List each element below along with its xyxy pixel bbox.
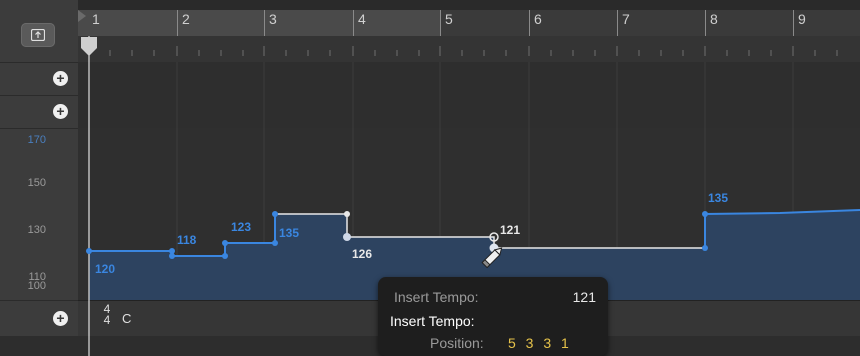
tooltip-label: Insert Tempo: (390, 313, 475, 329)
time-signature[interactable]: 4 4 (102, 303, 112, 327)
tempo-point (222, 253, 228, 259)
tempo-point-selected (344, 211, 350, 217)
key-signature[interactable]: C (122, 311, 131, 326)
tempo-label: 120 (95, 262, 115, 276)
tempo-label: 135 (708, 191, 728, 205)
tempo-point-selected (343, 233, 351, 241)
playhead-handle-icon (81, 37, 97, 56)
tooltip-position-label: Position: (430, 335, 484, 351)
tempo-point (272, 240, 278, 246)
insert-tempo-tooltip: Insert Tempo: 121 Insert Tempo: Position… (378, 277, 608, 356)
tempo-point (702, 245, 708, 251)
time-signature-denominator: 4 (103, 313, 111, 327)
tempo-label: 123 (231, 220, 251, 234)
tempo-label: 121 (500, 223, 520, 237)
tooltip-label: Insert Tempo: (394, 289, 479, 305)
tempo-label: 118 (177, 233, 197, 247)
tooltip-value: 121 (572, 289, 596, 305)
tempo-point (702, 211, 708, 217)
tempo-point (86, 248, 92, 254)
tempo-point (222, 240, 228, 246)
tempo-point (272, 211, 278, 217)
tempo-label: 126 (352, 247, 372, 261)
tempo-label: 135 (279, 226, 299, 240)
tooltip-position-value: 5 3 3 1 (508, 335, 572, 351)
tempo-point (169, 253, 175, 259)
